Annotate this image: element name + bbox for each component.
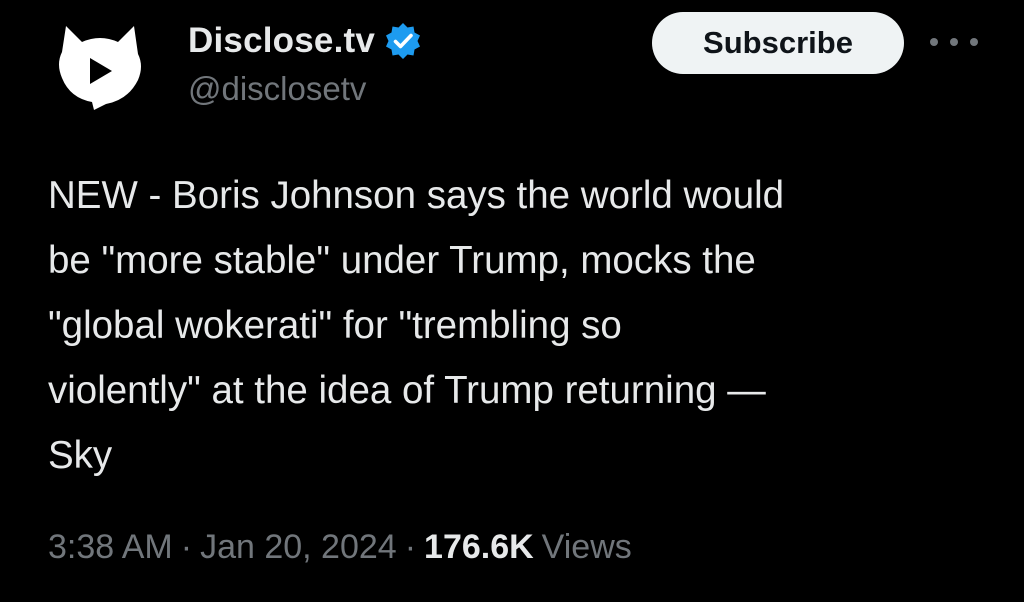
tweet-card: Disclose.tv @disclosetv Subscribe NEW - … bbox=[0, 0, 1024, 602]
display-name[interactable]: Disclose.tv bbox=[188, 21, 375, 61]
subscribe-button[interactable]: Subscribe bbox=[652, 12, 904, 74]
tweet-date[interactable]: Jan 20, 2024 bbox=[200, 528, 397, 567]
more-options-icon[interactable] bbox=[930, 30, 978, 54]
tweet-time[interactable]: 3:38 AM bbox=[48, 528, 173, 567]
meta-separator: · bbox=[404, 528, 417, 566]
display-name-row: Disclose.tv bbox=[188, 18, 423, 64]
tweet-text: NEW - Boris Johnson says the world would… bbox=[48, 174, 785, 477]
play-bubble-logo-icon bbox=[59, 26, 141, 110]
tweet-meta: 3:38 AM · Jan 20, 2024 · 176.6K Views bbox=[48, 528, 632, 567]
author-info: Disclose.tv @disclosetv bbox=[188, 18, 423, 108]
views-count[interactable]: 176.6K bbox=[424, 528, 534, 567]
avatar[interactable] bbox=[52, 20, 148, 112]
meta-separator: · bbox=[180, 528, 193, 566]
verified-badge-icon[interactable] bbox=[383, 21, 423, 61]
user-handle[interactable]: @disclosetv bbox=[188, 70, 423, 108]
views-label[interactable]: Views bbox=[542, 528, 632, 567]
